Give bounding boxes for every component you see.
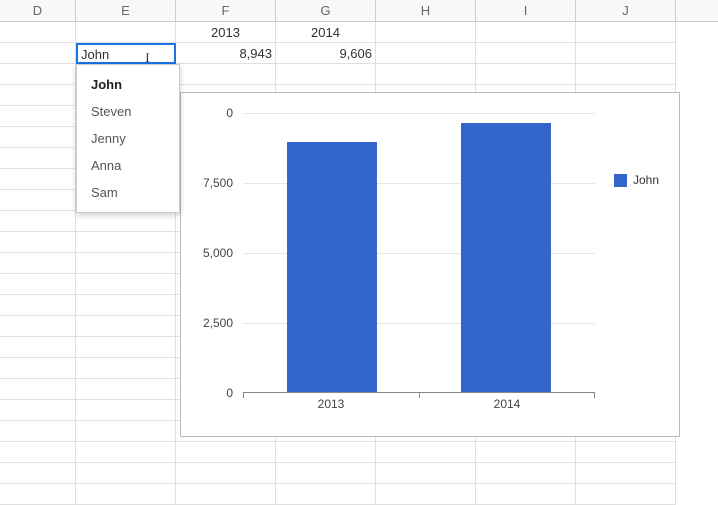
table-row: 2013 2014 <box>0 22 718 43</box>
x-tick <box>594 392 595 398</box>
spreadsheet: D E F G H I J 2013 2014 8,943 9,606 <box>0 0 718 505</box>
col-header-E[interactable]: E <box>76 0 176 21</box>
dropdown-item-john[interactable]: John <box>77 71 179 98</box>
col-header-F[interactable]: F <box>176 0 276 21</box>
cell-F1[interactable]: 2013 <box>176 22 276 43</box>
dropdown-item-jenny[interactable]: Jenny <box>77 125 179 152</box>
y-axis-tick-2500: 2,500 <box>183 316 233 330</box>
cell-G1[interactable]: 2014 <box>276 22 376 43</box>
cell-H2[interactable] <box>376 43 476 64</box>
col-header-H[interactable]: H <box>376 0 476 21</box>
dropdown-item-sam[interactable]: Sam <box>77 179 179 206</box>
dropdown-item-anna[interactable]: Anna <box>77 152 179 179</box>
cell-F2[interactable]: 8,943 <box>176 43 276 64</box>
y-axis-tick-5000: 5,000 <box>183 246 233 260</box>
cell-D1[interactable] <box>0 22 76 43</box>
dropdown-item-steven[interactable]: Steven <box>77 98 179 125</box>
chart-legend: John <box>614 173 659 187</box>
x-axis-label-2013: 2013 <box>301 397 361 411</box>
cell-H1[interactable] <box>376 22 476 43</box>
grid-line <box>243 113 595 114</box>
cell-I2[interactable] <box>476 43 576 64</box>
y-axis-tick-7500: 7,500 <box>183 176 233 190</box>
cell-D2[interactable] <box>0 43 76 64</box>
plot-area <box>243 113 595 393</box>
cell-J1[interactable] <box>576 22 676 43</box>
table-row <box>0 484 718 505</box>
legend-label: John <box>633 173 659 187</box>
table-row <box>0 442 718 463</box>
data-validation-dropdown: John Steven Jenny Anna Sam <box>76 64 180 213</box>
bar-2013 <box>287 142 377 392</box>
x-tick <box>243 392 244 398</box>
active-cell-value: John <box>81 47 109 62</box>
col-header-D[interactable]: D <box>0 0 76 21</box>
bar-chart[interactable]: 0 7,500 5,000 2,500 0 2013 2014 John <box>180 92 680 437</box>
col-header-G[interactable]: G <box>276 0 376 21</box>
cell-G2[interactable]: 9,606 <box>276 43 376 64</box>
y-axis-tick-0: 0 <box>183 386 233 400</box>
x-axis-label-2014: 2014 <box>477 397 537 411</box>
active-cell-editor[interactable]: John I <box>76 43 176 64</box>
bar-2014 <box>461 123 551 392</box>
y-axis-tick-partial: 0 <box>183 106 233 120</box>
cell-J2[interactable] <box>576 43 676 64</box>
x-tick <box>419 392 420 398</box>
table-row <box>0 463 718 484</box>
column-headers: D E F G H I J <box>0 0 718 22</box>
col-header-J[interactable]: J <box>576 0 676 21</box>
cell-I1[interactable] <box>476 22 576 43</box>
cell-E1[interactable] <box>76 22 176 43</box>
col-header-I[interactable]: I <box>476 0 576 21</box>
text-cursor-icon: I <box>145 48 152 63</box>
legend-swatch-icon <box>614 174 627 187</box>
